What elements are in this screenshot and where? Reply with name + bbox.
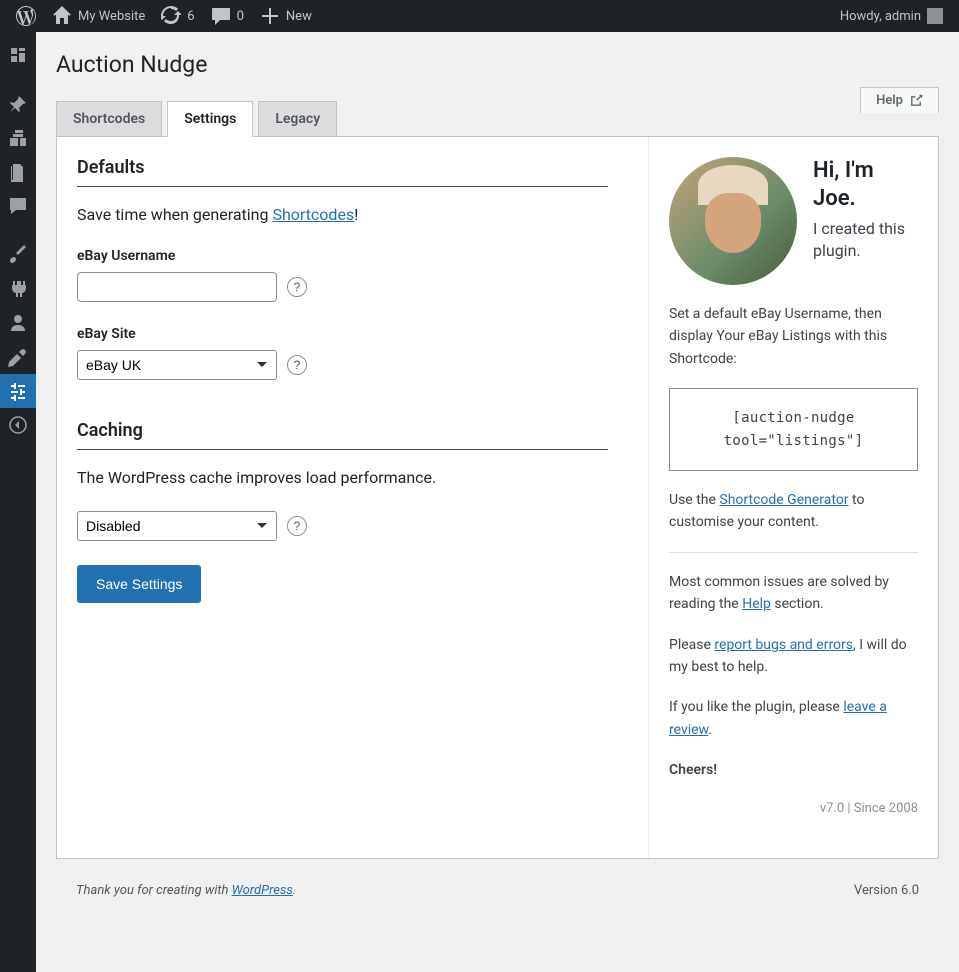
help-button-site[interactable]: ? <box>287 355 307 375</box>
dashboard-icon <box>8 45 28 65</box>
wrench-icon <box>8 347 28 367</box>
howdy-text: Howdy, admin <box>840 9 921 24</box>
avatar-icon <box>927 8 943 24</box>
caching-desc: The WordPress cache improves load perfor… <box>77 468 608 487</box>
new-label: New <box>286 9 312 24</box>
page-title: Auction Nudge <box>56 42 939 82</box>
comments-count: 0 <box>237 9 244 24</box>
section-defaults-heading: Defaults <box>77 157 608 187</box>
plugin-icon <box>8 279 28 299</box>
site-name-label: My Website <box>78 9 145 24</box>
footer: Thank you for creating with WordPress. V… <box>56 859 939 910</box>
help-button-username[interactable]: ? <box>287 277 307 297</box>
home-icon <box>52 6 72 26</box>
footer-version: Version 6.0 <box>854 883 919 898</box>
nav-tabs: Shortcodes Settings Legacy <box>56 96 939 137</box>
wp-logo[interactable] <box>8 0 44 32</box>
help-tab-label: Help <box>876 93 903 108</box>
media-icon <box>8 128 28 148</box>
settings-form: Defaults Save time when generating Short… <box>57 137 628 858</box>
sidebar-collapse[interactable] <box>0 408 36 442</box>
comments[interactable]: 0 <box>203 0 252 32</box>
sidebox-p2: Use the Shortcode Generator to customise… <box>669 489 918 534</box>
plus-icon <box>260 6 280 26</box>
ebay-site-select[interactable]: eBay UK <box>77 350 277 380</box>
shortcodes-link[interactable]: Shortcodes <box>272 205 354 224</box>
author-avatar <box>669 157 797 285</box>
footer-left: Thank you for creating with WordPress. <box>76 883 296 898</box>
shortcode-example: [auction-nudge tool="listings"] <box>669 388 918 471</box>
report-bugs-link[interactable]: report bugs and errors <box>714 637 853 653</box>
tab-settings[interactable]: Settings <box>167 101 253 137</box>
sidebar-media[interactable] <box>0 121 36 155</box>
my-account[interactable]: Howdy, admin <box>826 0 951 32</box>
sidebar-box: Hi, I'm Joe. I created this plugin. Set … <box>648 137 938 858</box>
tab-shortcodes[interactable]: Shortcodes <box>56 101 162 137</box>
sidebar-pages[interactable] <box>0 155 36 189</box>
sidebar-plugins[interactable] <box>0 272 36 306</box>
user-icon <box>8 313 28 333</box>
help-button-cache[interactable]: ? <box>287 516 307 536</box>
brush-icon <box>8 245 28 265</box>
greeting-heading: Hi, I'm Joe. <box>813 157 918 212</box>
help-link[interactable]: Help <box>742 596 771 612</box>
defaults-desc: Save time when generating Shortcodes! <box>77 205 608 224</box>
version-note: v7.0 | Since 2008 <box>669 799 918 820</box>
ebay-username-label: eBay Username <box>77 248 608 264</box>
wordpress-link[interactable]: WordPress <box>232 883 293 898</box>
ebay-username-input[interactable] <box>77 272 277 302</box>
comment-icon <box>8 196 28 216</box>
help-tab[interactable]: Help <box>860 87 939 113</box>
external-link-icon <box>909 94 923 108</box>
comment-icon <box>211 6 231 26</box>
updates[interactable]: 6 <box>153 0 202 32</box>
sidebox-p3: Most common issues are solved by reading… <box>669 571 918 616</box>
created-text: I created this plugin. <box>813 218 918 261</box>
pin-icon <box>8 94 28 114</box>
cheers: Cheers! <box>669 759 918 781</box>
collapse-icon <box>8 415 28 435</box>
sidebar-dashboard[interactable] <box>0 38 36 72</box>
sidebar-posts[interactable] <box>0 87 36 121</box>
shortcode-generator-link[interactable]: Shortcode Generator <box>719 492 848 508</box>
main-content: Auction Nudge Help Shortcodes Settings L… <box>36 32 959 972</box>
new-content[interactable]: New <box>252 0 320 32</box>
divider <box>669 552 918 553</box>
sidebar-users[interactable] <box>0 306 36 340</box>
section-caching-heading: Caching <box>77 420 608 450</box>
site-name[interactable]: My Website <box>44 0 153 32</box>
admin-bar: My Website 6 0 New Howdy, admin <box>0 0 959 32</box>
sidebar-comments[interactable] <box>0 189 36 223</box>
wordpress-icon <box>16 6 36 26</box>
sidebar-settings[interactable] <box>0 374 36 408</box>
sidebox-p1: Set a default eBay Username, then displa… <box>669 303 918 370</box>
tab-legacy[interactable]: Legacy <box>258 101 337 137</box>
admin-sidebar <box>0 32 36 972</box>
sidebox-p5: If you like the plugin, please leave a r… <box>669 696 918 741</box>
page-icon <box>8 162 28 182</box>
ebay-site-label: eBay Site <box>77 326 608 342</box>
sidebar-appearance[interactable] <box>0 238 36 272</box>
sidebox-p4: Please report bugs and errors, I will do… <box>669 634 918 679</box>
sidebar-tools[interactable] <box>0 340 36 374</box>
updates-count: 6 <box>187 9 194 24</box>
save-button[interactable]: Save Settings <box>77 565 201 603</box>
refresh-icon <box>161 6 181 26</box>
sliders-icon <box>8 381 28 401</box>
cache-select[interactable]: Disabled <box>77 511 277 541</box>
